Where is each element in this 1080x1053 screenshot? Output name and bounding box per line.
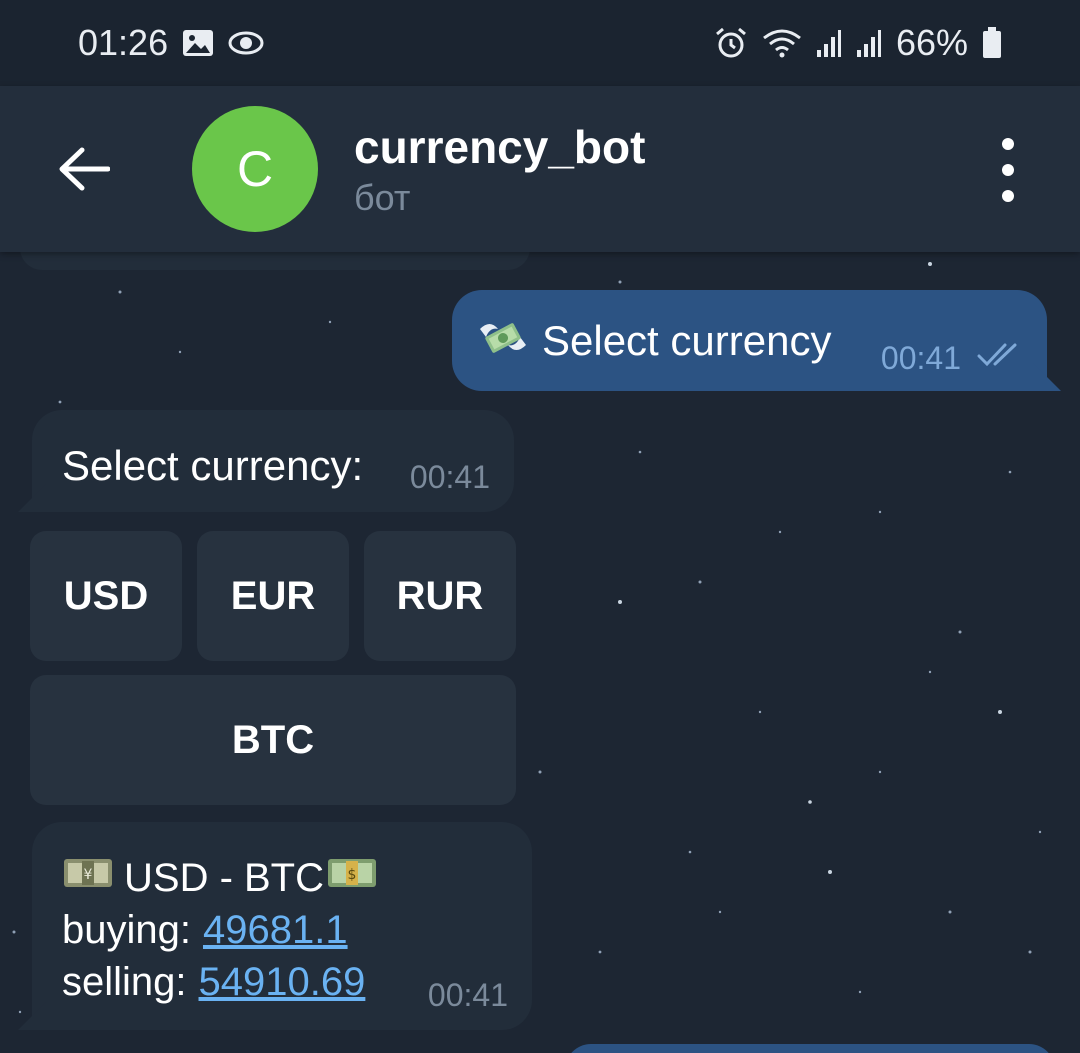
buying-line: buying: 49681.1 bbox=[62, 904, 378, 956]
chat-subtitle: бот bbox=[354, 177, 411, 218]
inline-button-eur[interactable]: EUR bbox=[197, 531, 349, 661]
yen-banknote-icon: ¥ bbox=[62, 852, 114, 904]
selling-line: selling: 54910.69 bbox=[62, 956, 378, 1008]
battery-icon bbox=[982, 27, 1002, 59]
svg-text:$: $ bbox=[348, 867, 357, 883]
menu-dot-icon bbox=[1002, 164, 1014, 176]
rate-pair-line: ¥ USD - BTC $ bbox=[62, 852, 378, 904]
inline-button-rur[interactable]: RUR bbox=[364, 531, 516, 661]
outgoing-message-time: 00:41 bbox=[880, 340, 961, 376]
eye-icon bbox=[228, 30, 264, 56]
selling-label: selling: bbox=[62, 960, 187, 1004]
previous-message-bubble bbox=[20, 252, 530, 270]
battery-percent: 66% bbox=[895, 22, 968, 63]
message-list[interactable]: Select currency 00:41 Select currency: 0… bbox=[0, 252, 1080, 1053]
rate-result-time: 00:41 bbox=[427, 977, 508, 1013]
incoming-message-time: 00:41 bbox=[409, 459, 490, 495]
status-bar: 01:26 66% bbox=[0, 0, 1080, 86]
chat-title: currency_bot bbox=[354, 121, 646, 173]
more-menu-button[interactable] bbox=[988, 138, 1028, 202]
alarm-icon bbox=[714, 26, 748, 60]
status-time: 01:26 bbox=[78, 22, 169, 63]
gallery-icon bbox=[182, 29, 214, 57]
outgoing-message-text: Select currency bbox=[542, 316, 832, 364]
outgoing-message[interactable]: Select currency 00:41 bbox=[452, 290, 1061, 391]
inline-button-btc[interactable]: BTC bbox=[30, 675, 516, 805]
svg-text:¥: ¥ bbox=[84, 867, 93, 883]
buying-value-link[interactable]: 49681.1 bbox=[203, 904, 348, 956]
signal-icon bbox=[816, 28, 842, 58]
menu-dot-icon bbox=[1002, 190, 1014, 202]
selling-value-link[interactable]: 54910.69 bbox=[199, 956, 366, 1008]
rate-result-lines: ¥ USD - BTC $ buying: 49681.1 selling: 5… bbox=[62, 852, 378, 1008]
dollar-banknote-icon: $ bbox=[326, 852, 378, 904]
telegram-chat-screen: 01:26 66% C currency_bot бот Select curr… bbox=[0, 0, 1080, 1053]
inline-button-usd[interactable]: USD bbox=[30, 531, 182, 661]
incoming-message-text: Select currency: bbox=[62, 442, 364, 489]
rate-pair-text: USD - BTC bbox=[124, 856, 324, 900]
menu-dot-icon bbox=[1002, 138, 1014, 150]
next-outgoing-message-bubble bbox=[565, 1044, 1055, 1053]
status-bar-left: 01:26 bbox=[78, 22, 264, 64]
incoming-message[interactable]: Select currency: 00:41 bbox=[18, 410, 514, 512]
avatar[interactable]: C bbox=[192, 106, 318, 232]
buying-label: buying: bbox=[62, 908, 191, 952]
wifi-icon bbox=[762, 28, 802, 58]
money-with-wings-icon bbox=[476, 315, 530, 366]
arrow-left-icon bbox=[59, 147, 110, 191]
signal-icon-2 bbox=[856, 28, 882, 58]
status-bar-right: 66% bbox=[714, 22, 1002, 64]
avatar-letter: C bbox=[236, 141, 274, 197]
chat-header: C currency_bot бот bbox=[0, 86, 1080, 252]
chat-title-block[interactable]: currency_bot бот bbox=[354, 118, 645, 220]
rate-result-message[interactable]: ¥ USD - BTC $ buying: 49681.1 selling: 5… bbox=[18, 822, 532, 1030]
double-check-icon bbox=[977, 342, 1027, 373]
back-button[interactable] bbox=[44, 129, 124, 209]
